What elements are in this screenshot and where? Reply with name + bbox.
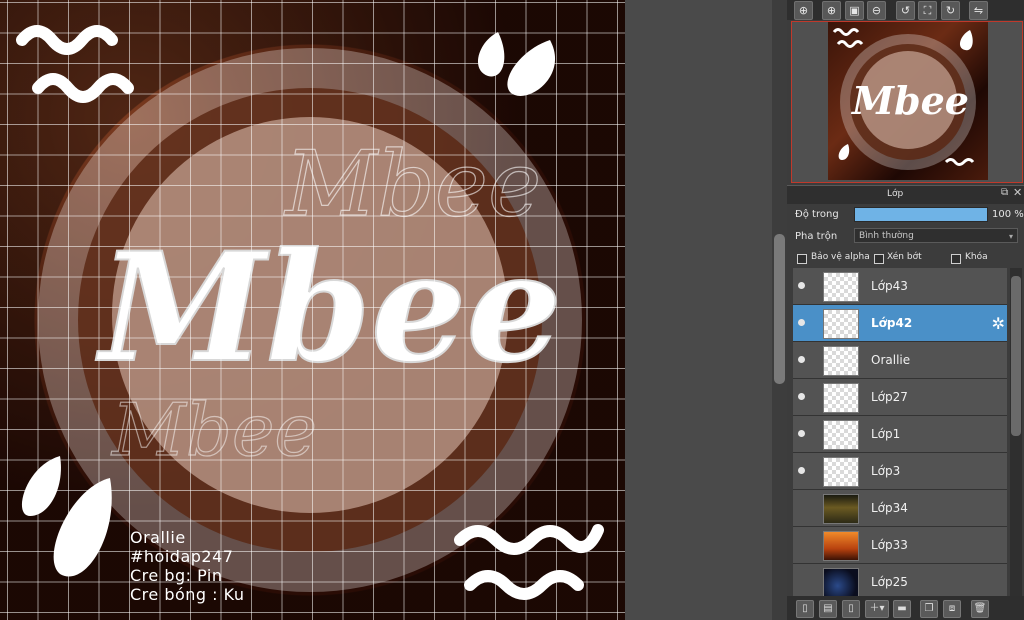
fullscreen-icon[interactable]: ⛶	[918, 1, 937, 20]
layer-row-selected[interactable]: Lớp42 ✲	[793, 305, 1007, 342]
visibility-eye-icon[interactable]	[798, 430, 805, 437]
layer-thumbnail	[823, 494, 859, 524]
new-layer-alt-icon[interactable]: ▤	[819, 600, 837, 618]
main-logo-text: Mbee	[95, 220, 562, 396]
layer-name: Lớp25	[871, 575, 908, 589]
layer-name: Lớp33	[871, 538, 908, 552]
blend-label: Pha trộn	[795, 231, 838, 242]
credit-line-4: Cre bóng : Ku	[130, 585, 245, 604]
layer-thumbnail	[823, 309, 859, 339]
visibility-eye-icon[interactable]	[798, 282, 805, 289]
layer-panel-header: Lớp ⧉ ✕	[787, 185, 1024, 204]
duplicate-layer-icon[interactable]: ▯	[842, 600, 860, 618]
layer-name: Lớp27	[871, 390, 908, 404]
layer-thumbnail	[823, 346, 859, 376]
credit-line-3: Cre bg: Pin	[130, 566, 223, 585]
lock-checkbox[interactable]	[951, 254, 961, 264]
blend-mode-select[interactable]: Bình thường ▾	[854, 228, 1018, 243]
gear-icon[interactable]: ✲	[992, 314, 1005, 333]
chevron-down-icon: ▾	[1008, 232, 1013, 241]
workspace-background	[625, 0, 787, 620]
preview-logo-text: Mbee	[850, 78, 969, 123]
canvas-scrollbar-thumb[interactable]	[774, 234, 785, 384]
layer-thumbnail	[823, 420, 859, 450]
drop-top-right-1	[477, 32, 505, 77]
zoom-in-icon[interactable]: ⊕	[794, 1, 813, 20]
layer-row[interactable]: Orallie	[793, 342, 1007, 379]
layer-row[interactable]: Lớp3	[793, 453, 1007, 490]
canvas-artwork: Mbee Mbee Mbee	[16, 25, 604, 600]
squiggle-bottom-right-2	[464, 570, 584, 600]
layer-thumbnail	[823, 531, 859, 561]
layer-thumbnail	[823, 272, 859, 302]
blend-mode-value: Bình thường	[859, 231, 914, 241]
credit-line-1: Orallie	[130, 528, 186, 547]
layer-row[interactable]: Lớp43	[793, 268, 1007, 305]
close-icon[interactable]: ✕	[1013, 186, 1022, 199]
layer-name: Lớp42	[871, 316, 913, 330]
clipping-label: Xén bớt	[887, 252, 922, 262]
squiggle-bottom-right-1	[454, 524, 604, 555]
fit-screen-icon[interactable]: ▣	[845, 1, 864, 20]
zoom-in-alt-icon[interactable]: ⊕	[822, 1, 841, 20]
layer-row[interactable]: Lớp34	[793, 490, 1007, 527]
drawing-canvas[interactable]: Mbee Mbee Mbee Orallie #hoidap247 Cre bg…	[0, 0, 625, 620]
layer-row[interactable]: Lớp1	[793, 416, 1007, 453]
squiggle-top-left-2	[32, 73, 134, 103]
layer-name: Lớp43	[871, 279, 908, 293]
drop-top-right-2	[507, 40, 556, 96]
layer-scrollbar-thumb[interactable]	[1011, 276, 1021, 436]
layer-list: Lớp43 Lớp42 ✲ Orallie Lớp27 Lớp1 Lớp3 Lớ…	[793, 268, 1007, 596]
clipping-checkbox[interactable]	[874, 254, 884, 264]
zoom-out-icon[interactable]: ⊖	[867, 1, 886, 20]
layer-thumbnail	[823, 568, 859, 596]
layer-thumbnail	[823, 457, 859, 487]
lock-label: Khóa	[965, 252, 988, 262]
undock-icon[interactable]: ⧉	[1001, 187, 1008, 198]
layer-name: Lớp34	[871, 501, 908, 515]
layer-name: Lớp1	[871, 427, 901, 441]
opacity-value: 100 %	[992, 209, 1024, 220]
layer-name: Lớp3	[871, 464, 901, 478]
visibility-eye-icon[interactable]	[798, 393, 805, 400]
layer-row[interactable]: Lớp33	[793, 527, 1007, 564]
visibility-eye-icon[interactable]	[798, 319, 805, 326]
layer-row[interactable]: Lớp25	[793, 564, 1007, 596]
visibility-eye-icon[interactable]	[798, 356, 805, 363]
merge-icon[interactable]: ⧈	[943, 600, 961, 618]
delete-layer-icon[interactable]: 🗑	[971, 600, 989, 618]
drop-bottom-left-2	[53, 478, 112, 577]
visibility-eye-icon[interactable]	[798, 467, 805, 474]
copy-layer-icon[interactable]: ❐	[920, 600, 938, 618]
credit-line-2: #hoidap247	[130, 547, 234, 566]
navigator-preview-image: Mbee	[828, 22, 988, 180]
preview-artwork: Mbee	[832, 28, 976, 170]
add-layer-menu-icon[interactable]: ＋▾	[865, 600, 889, 618]
opacity-slider[interactable]	[854, 207, 988, 222]
layer-row[interactable]: Lớp27	[793, 379, 1007, 416]
new-layer-icon[interactable]: ▯	[796, 600, 814, 618]
squiggle-top-left-1	[16, 25, 118, 55]
flip-icon[interactable]: ⇋	[969, 1, 988, 20]
layer-name: Orallie	[871, 353, 911, 367]
rotate-right-icon[interactable]: ↻	[941, 1, 960, 20]
rotate-left-icon[interactable]: ↺	[896, 1, 915, 20]
folder-icon[interactable]: ▬	[893, 600, 911, 618]
layer-panel-title: Lớp	[887, 189, 904, 199]
opacity-label: Độ trong	[795, 209, 839, 220]
drop-bottom-left-1	[21, 456, 61, 516]
protect-alpha-label: Bảo vệ alpha	[811, 252, 870, 262]
protect-alpha-checkbox[interactable]	[797, 254, 807, 264]
ghost-logo-bottom: Mbee	[110, 388, 317, 472]
layer-thumbnail	[823, 383, 859, 413]
